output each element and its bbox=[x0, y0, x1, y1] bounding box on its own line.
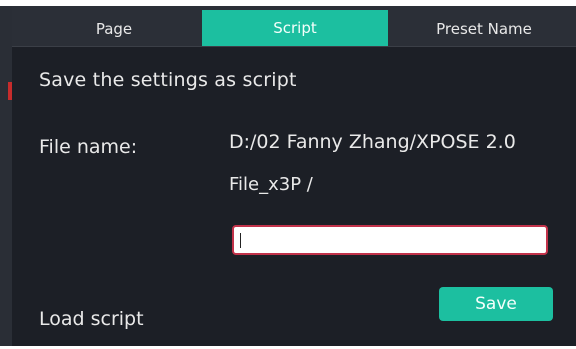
tab-bar: Page Script Preset Name bbox=[12, 6, 576, 47]
tab-preset-name[interactable]: Preset Name bbox=[392, 12, 576, 46]
text-caret bbox=[240, 233, 241, 248]
file-path-line1: D:/02 Fanny Zhang/XPOSE 2.0 bbox=[229, 131, 516, 153]
side-strip bbox=[0, 6, 12, 346]
file-name-label: File name: bbox=[39, 136, 138, 158]
screen: Page Script Preset Name Save the setting… bbox=[0, 0, 576, 349]
tab-page[interactable]: Page bbox=[20, 12, 208, 46]
file-path-line2: File_x3P / bbox=[229, 174, 313, 195]
save-button[interactable]: Save bbox=[439, 287, 553, 321]
file-name-input[interactable] bbox=[232, 225, 548, 255]
tab-script[interactable]: Script bbox=[202, 10, 388, 46]
load-script-label[interactable]: Load script bbox=[39, 308, 144, 330]
script-panel: Page Script Preset Name Save the setting… bbox=[12, 6, 576, 346]
section-heading: Save the settings as script bbox=[39, 69, 297, 91]
